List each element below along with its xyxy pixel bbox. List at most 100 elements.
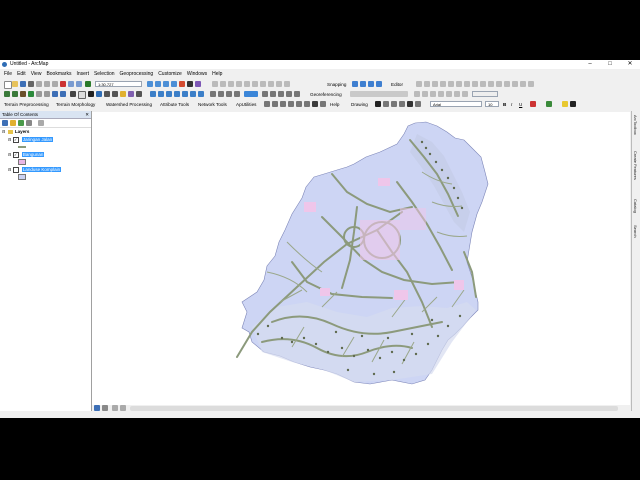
house-point[interactable] <box>430 318 434 322</box>
options-icon[interactable] <box>38 120 44 126</box>
house-point[interactable] <box>426 342 430 346</box>
italic-button[interactable]: I <box>511 100 512 109</box>
map-view[interactable] <box>92 112 630 406</box>
refresh-icon[interactable] <box>112 405 118 411</box>
building-polygon[interactable] <box>394 290 408 300</box>
building-polygon[interactable] <box>320 288 330 296</box>
collapse-icon[interactable]: ⊟ <box>8 137 11 142</box>
building-polygon[interactable] <box>400 208 426 230</box>
layout-view-icon[interactable] <box>102 405 108 411</box>
house-point[interactable] <box>452 186 456 190</box>
close-icon[interactable]: ✕ <box>85 111 89 118</box>
house-point[interactable] <box>378 356 382 360</box>
close-button[interactable]: ✕ <box>622 60 638 69</box>
hydro-tool-icon[interactable] <box>272 101 278 107</box>
hydro-tool-icon[interactable] <box>264 101 270 107</box>
menu-view[interactable]: View <box>31 70 42 79</box>
layout-tool-icon[interactable] <box>158 91 164 97</box>
layout-tool-icon[interactable] <box>166 91 172 97</box>
terrain-preprocessing-menu[interactable]: Terrain Preprocessing <box>4 100 49 109</box>
delete-icon[interactable] <box>60 81 66 87</box>
select-elements-icon[interactable] <box>375 101 381 107</box>
house-point[interactable] <box>290 340 294 344</box>
layout-tool-icon[interactable] <box>234 91 240 97</box>
undo-icon[interactable] <box>68 81 74 87</box>
new-map-icon[interactable] <box>4 81 12 89</box>
house-point[interactable] <box>372 372 376 376</box>
house-point[interactable] <box>402 358 406 362</box>
list-by-source-icon[interactable] <box>10 120 16 126</box>
house-point[interactable] <box>428 152 432 156</box>
menu-geoprocessing[interactable]: Geoprocessing <box>120 70 154 79</box>
house-point[interactable] <box>392 370 396 374</box>
font-size-combo[interactable]: 10 <box>485 101 499 107</box>
identify-icon[interactable] <box>96 91 102 97</box>
zoom-out-icon[interactable] <box>12 91 18 97</box>
layout-tool-icon[interactable] <box>226 91 232 97</box>
layout-tool-icon[interactable] <box>174 91 180 97</box>
house-point[interactable] <box>424 146 428 150</box>
house-point[interactable] <box>456 196 460 200</box>
georef-tool-icon[interactable] <box>278 91 284 97</box>
house-point[interactable] <box>420 140 424 144</box>
drawing-menu[interactable]: Drawing <box>351 100 368 109</box>
layout-tool-icon[interactable] <box>150 91 156 97</box>
house-point[interactable] <box>414 352 418 356</box>
house-point[interactable] <box>446 324 450 328</box>
house-point[interactable] <box>352 354 356 358</box>
zoom-in-icon[interactable] <box>4 91 10 97</box>
measure-icon[interactable] <box>112 91 118 97</box>
point-snap-icon[interactable] <box>352 81 358 87</box>
house-point[interactable] <box>366 348 370 352</box>
underline-button[interactable]: U <box>519 100 522 109</box>
hydro-tool-icon[interactable] <box>304 101 310 107</box>
copy-icon[interactable] <box>44 81 50 87</box>
house-point[interactable] <box>340 346 344 350</box>
house-point[interactable] <box>434 160 438 164</box>
menu-selection[interactable]: Selection <box>94 70 115 79</box>
pan-icon[interactable] <box>20 91 26 97</box>
layout-tool-icon[interactable] <box>198 91 204 97</box>
vertex-snap-icon[interactable] <box>368 81 374 87</box>
house-point[interactable] <box>280 336 284 340</box>
cut-icon[interactable] <box>36 81 42 87</box>
layout-tool-icon[interactable] <box>218 91 224 97</box>
house-point[interactable] <box>440 168 444 172</box>
fixed-zoom-out-icon[interactable] <box>44 91 50 97</box>
hydro-tool-icon[interactable] <box>280 101 286 107</box>
menu-insert[interactable]: Insert <box>76 70 89 79</box>
polygon-icon[interactable] <box>399 101 405 107</box>
collapse-icon[interactable]: ⊟ <box>2 129 5 134</box>
line-color-icon[interactable] <box>562 101 568 107</box>
house-point[interactable] <box>256 332 260 336</box>
building-polygon[interactable] <box>304 202 316 212</box>
add-data-icon[interactable] <box>85 81 91 87</box>
polygon-symbol-icon[interactable] <box>18 159 26 165</box>
layer-name[interactable]: Landuse Komplain <box>21 167 62 172</box>
hyperlink-icon[interactable] <box>120 91 126 97</box>
time-slider-icon[interactable] <box>136 91 142 97</box>
house-point[interactable] <box>326 350 330 354</box>
tab-catalog[interactable]: Catalog <box>633 199 638 213</box>
house-point[interactable] <box>458 314 462 318</box>
list-by-drawing-order-icon[interactable] <box>2 120 8 126</box>
tab-arctoolbox[interactable]: ArcToolbox <box>633 115 638 135</box>
collapse-icon[interactable]: ⊟ <box>8 152 11 157</box>
horizontal-scrollbar[interactable] <box>130 406 618 411</box>
end-snap-icon[interactable] <box>360 81 366 87</box>
find-icon[interactable] <box>104 91 110 97</box>
hydro-tool-icon[interactable] <box>288 101 294 107</box>
layer-visibility-checkbox[interactable]: ✓ <box>12 136 19 143</box>
arctoolbox-icon[interactable] <box>179 81 185 87</box>
clear-selection-icon[interactable] <box>78 91 86 99</box>
map-scale-combo[interactable]: 1:30.727 <box>95 81 142 87</box>
select-features-icon[interactable] <box>70 91 76 97</box>
layer-visibility-checkbox[interactable] <box>12 166 19 173</box>
help-icon[interactable] <box>320 101 326 107</box>
minimize-button[interactable]: – <box>582 60 598 69</box>
layer-name[interactable]: Bangunan <box>21 152 45 157</box>
georef-tool-icon[interactable] <box>262 91 268 97</box>
layer-jaringan-jalan[interactable]: ⊟ ✓ Jaringan Jalan <box>8 136 54 143</box>
paste-icon[interactable] <box>52 81 58 87</box>
house-point[interactable] <box>460 206 464 210</box>
